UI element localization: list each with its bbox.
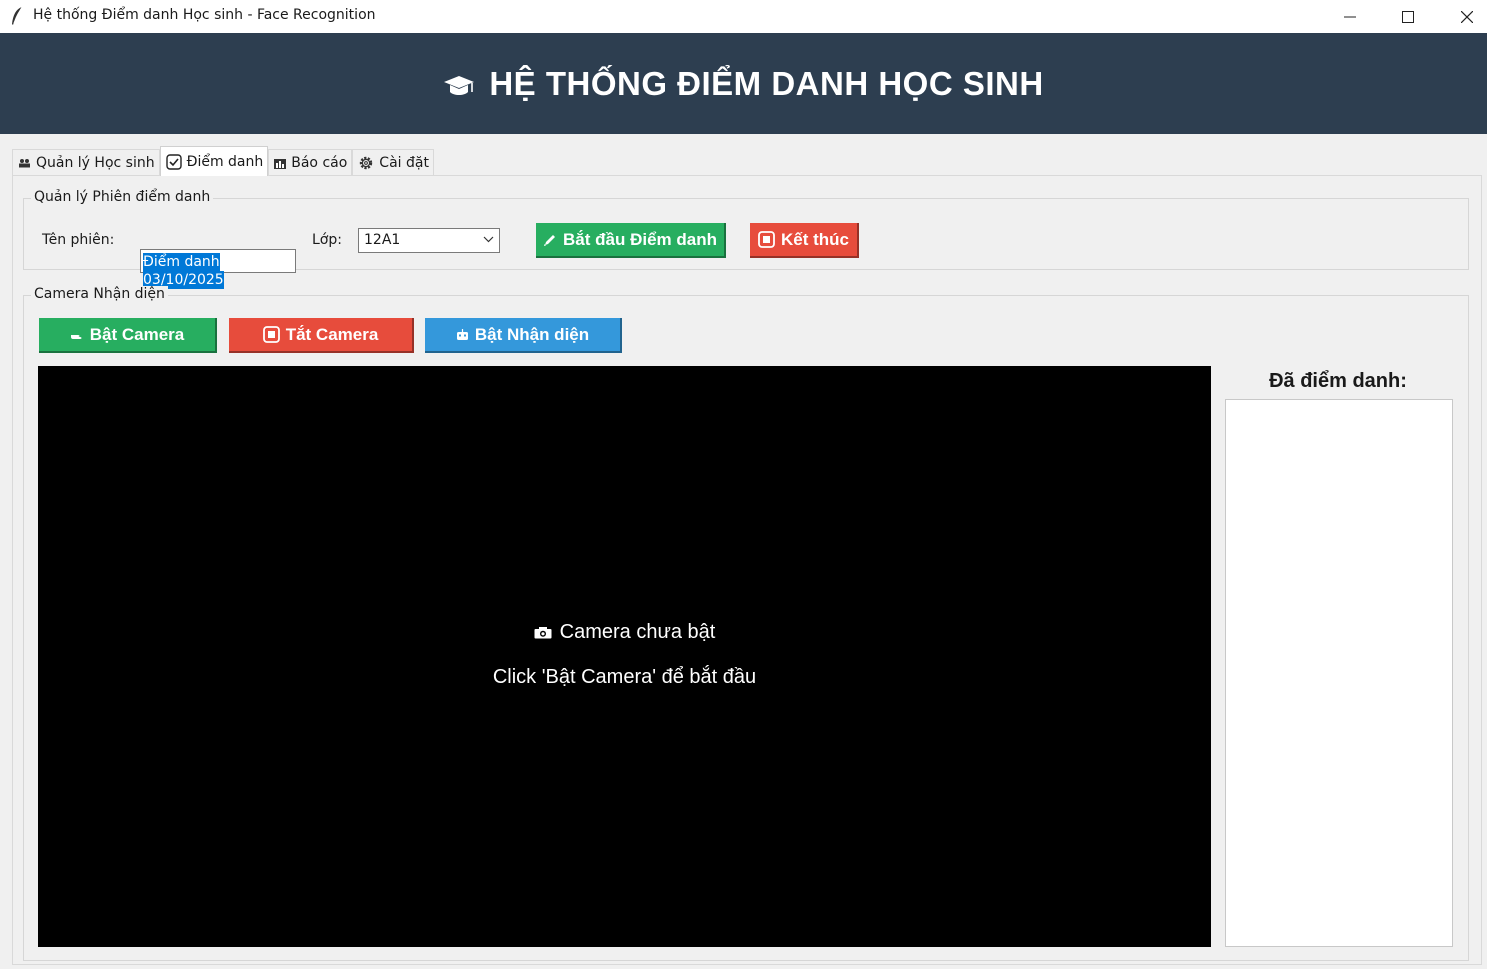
start-attendance-label: Bắt đầu Điểm danh (563, 229, 717, 249)
camera-group: Camera Nhận diện Bật Camera Tắt Camera B… (23, 286, 1469, 961)
graduation-cap-icon (444, 75, 475, 95)
people-icon (18, 157, 31, 168)
tab-label: Báo cáo (291, 154, 348, 171)
tab-reports[interactable]: Báo cáo (268, 149, 353, 175)
maximize-icon (1402, 10, 1414, 23)
minimize-icon (1344, 16, 1356, 17)
tab-label: Quản lý Học sinh (36, 154, 155, 171)
camera-group-title: Camera Nhận diện (31, 286, 168, 302)
session-name-label: Tên phiên: (42, 232, 115, 248)
tab-attendance[interactable]: Điểm danh (159, 146, 269, 176)
end-session-button[interactable]: Kết thúc (750, 223, 859, 258)
end-session-label: Kết thúc (781, 229, 849, 249)
session-group: Quản lý Phiên điểm danh Tên phiên: Điểm … (23, 189, 1469, 289)
class-select-value: 12A1 (364, 232, 401, 248)
page-title: HỆ THỐNG ĐIỂM DANH HỌC SINH (489, 64, 1044, 102)
camera-off-button[interactable]: Tắt Camera (229, 318, 414, 353)
pencil-icon (543, 233, 557, 247)
window-title: Hệ thống Điểm danh Học sinh - Face Recog… (33, 7, 376, 23)
camera-preview: Camera chưa bật Click 'Bật Camera' để bắ… (38, 366, 1211, 947)
checkbox-icon (165, 153, 182, 170)
tab-label: Cài đặt (379, 154, 429, 171)
session-name-input[interactable]: Điểm danh 03/10/2025 (140, 249, 296, 289)
session-name-value: Điểm danh 03/10/2025 (143, 253, 224, 289)
class-label: Lớp: (312, 232, 342, 248)
feather-icon (12, 6, 23, 25)
camera-icon (534, 626, 552, 639)
start-attendance-button[interactable]: Bắt đầu Điểm danh (536, 223, 726, 258)
camera-hint-text: Click 'Bật Camera' để bắt đầu (492, 666, 757, 688)
session-group-title: Quản lý Phiên điểm danh (31, 189, 214, 205)
stop-icon (262, 326, 280, 343)
attended-list-title: Đã điểm danh: (1269, 370, 1407, 392)
camera-on-label: Bật Camera (89, 324, 185, 344)
camera-status-text: Camera chưa bật (559, 621, 716, 643)
stop-icon (758, 231, 775, 248)
tab-settings[interactable]: Cài đặt (352, 149, 434, 175)
app-header: HỆ THỐNG ĐIỂM DANH HỌC SINH (0, 33, 1487, 134)
maximize-button[interactable] (1379, 0, 1437, 33)
attended-listbox[interactable] (1225, 399, 1453, 947)
minimize-button[interactable] (1321, 0, 1379, 33)
bar-chart-icon (274, 157, 287, 169)
tab-bar: Quản lý Học sinh Điểm danh Báo cáo Cài đ… (12, 146, 434, 176)
recognition-on-button[interactable]: Bật Nhận diện (425, 318, 622, 353)
tab-label: Điểm danh (186, 153, 264, 170)
camera-off-label: Tắt Camera (285, 324, 379, 344)
chevron-down-icon (483, 236, 494, 243)
robot-icon (456, 328, 469, 341)
gear-icon (358, 155, 374, 171)
camera-on-button[interactable]: Bật Camera (39, 318, 217, 353)
close-icon (1461, 10, 1473, 23)
recognition-on-label: Bật Nhận diện (474, 324, 590, 344)
camera-status: Camera chưa bật (38, 621, 1211, 644)
hand-icon (70, 329, 84, 341)
attendance-tab-panel: Quản lý Phiên điểm danh Tên phiên: Điểm … (12, 175, 1482, 965)
tab-student-management[interactable]: Quản lý Học sinh (12, 149, 160, 175)
window-titlebar: Hệ thống Điểm danh Học sinh - Face Recog… (0, 0, 1487, 33)
class-select[interactable]: 12A1 (358, 228, 500, 253)
close-button[interactable] (1438, 0, 1487, 33)
